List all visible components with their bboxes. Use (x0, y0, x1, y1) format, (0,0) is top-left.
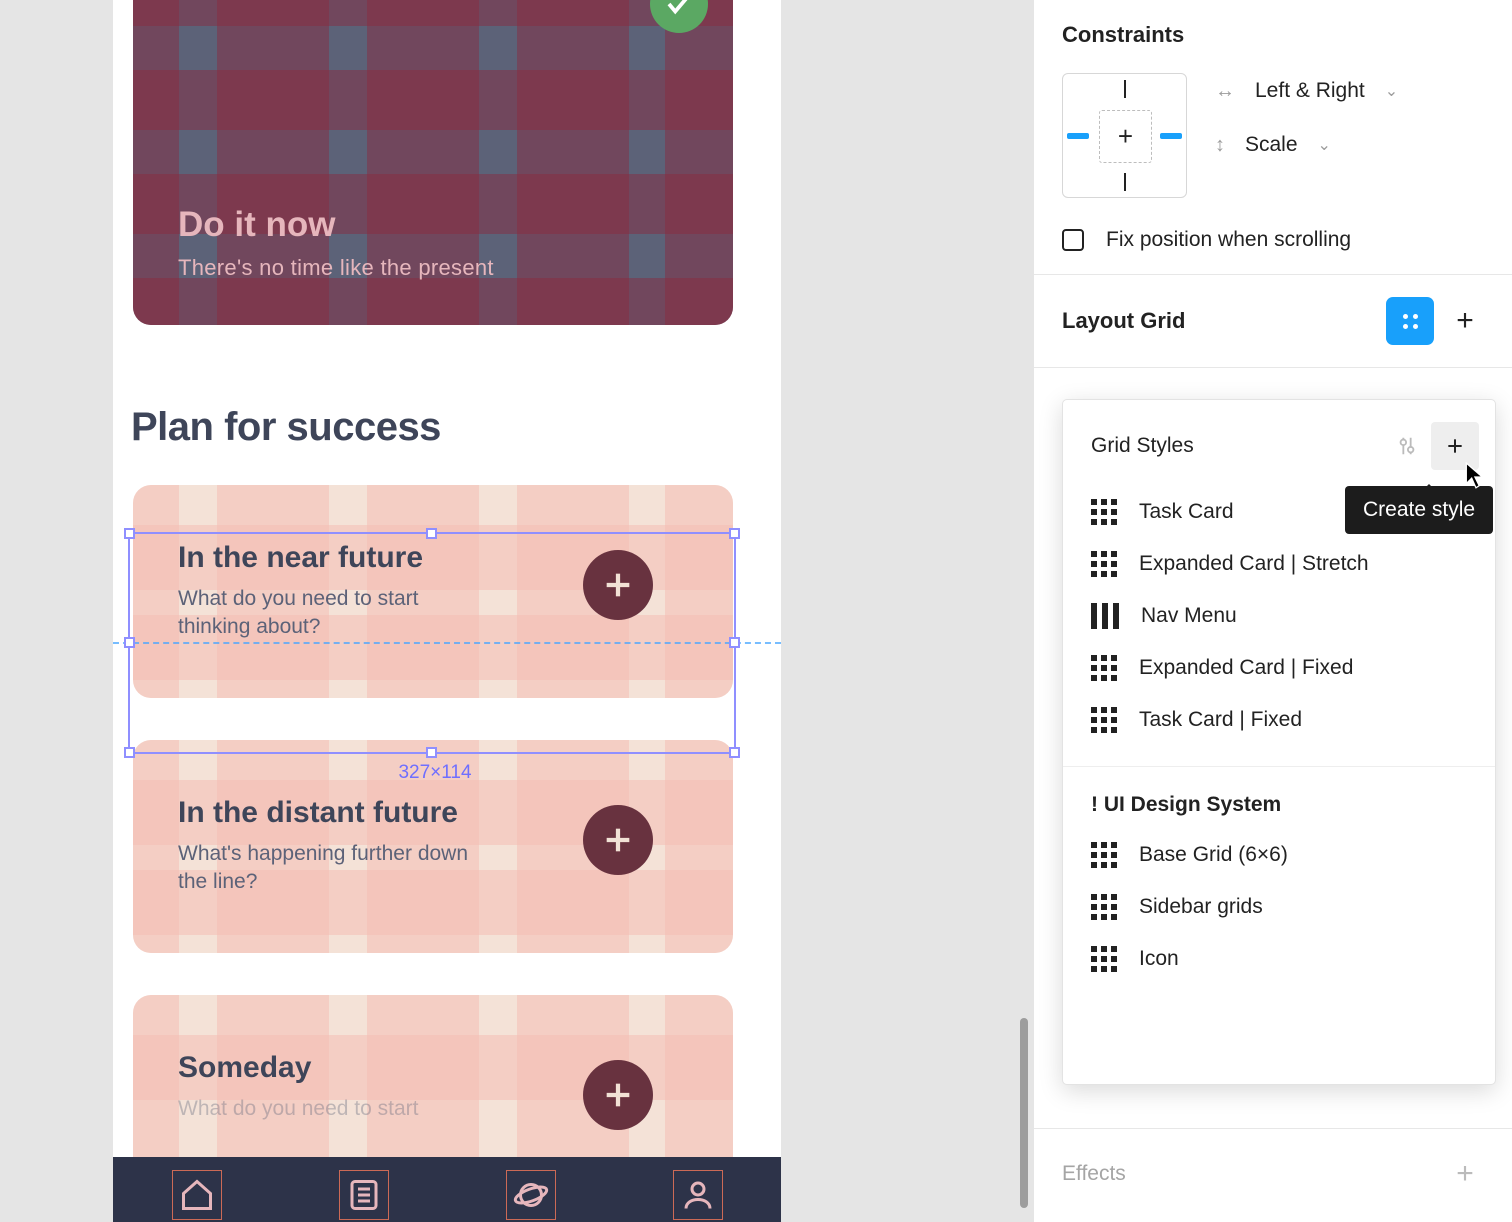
layout-grid-overlay (133, 0, 179, 325)
add-layout-grid-button[interactable]: + (1446, 302, 1484, 340)
plus-icon (601, 823, 635, 857)
vertical-constraint-select[interactable]: ↕ Scale ⌄ (1215, 133, 1398, 157)
library-styles-list: Base Grid (6×6) Sidebar grids Icon (1063, 829, 1495, 985)
select-value: Scale (1245, 133, 1298, 157)
grid-style-item[interactable]: Sidebar grids (1063, 881, 1495, 933)
section-heading: Layout Grid (1062, 308, 1185, 334)
grid-icon (1091, 894, 1117, 920)
style-name: Icon (1139, 947, 1179, 971)
task-card-subtitle: What do you need to start thinking about… (178, 585, 478, 642)
fix-position-checkbox[interactable] (1062, 229, 1084, 251)
style-name: Sidebar grids (1139, 895, 1263, 919)
artboard[interactable]: Do it now There's no time like the prese… (113, 0, 781, 1210)
horizontal-arrow-icon: ↔ (1215, 80, 1235, 103)
style-name: Task Card (1139, 500, 1234, 524)
section-heading: Plan for success (131, 405, 441, 450)
grid-icon (1091, 499, 1117, 525)
library-group-title: ! UI Design System (1063, 767, 1495, 829)
vertical-arrow-icon: ↕ (1215, 134, 1225, 157)
plus-icon: + (1118, 121, 1133, 152)
plus-icon (1445, 436, 1465, 456)
style-name: Base Grid (6×6) (1139, 843, 1288, 867)
grid-style-item[interactable]: Base Grid (6×6) (1063, 829, 1495, 881)
grid-icon (1091, 946, 1117, 972)
task-card-title: Someday (178, 1051, 311, 1085)
section-heading: Effects (1062, 1162, 1126, 1186)
task-card-title: In the near future (178, 541, 423, 575)
fix-position-row[interactable]: Fix position when scrolling (1062, 228, 1484, 252)
add-button[interactable] (583, 550, 653, 620)
layout-grid-overlay (673, 1170, 723, 1220)
layout-grid-overlay (172, 1170, 222, 1220)
layout-grid-overlay (133, 0, 733, 26)
selection-dimensions: 327×114 (398, 762, 471, 784)
layout-grid-styles-button[interactable] (1386, 297, 1434, 345)
add-effect-button[interactable]: + (1446, 1155, 1484, 1193)
nav-item[interactable] (677, 1174, 719, 1216)
grid-style-item[interactable]: Expanded Card | Fixed (1063, 642, 1495, 694)
grid-style-item[interactable]: Nav Menu (1063, 590, 1495, 642)
hero-card[interactable]: Do it now There's no time like the prese… (133, 0, 733, 325)
nav-item[interactable] (176, 1174, 218, 1216)
plus-icon (601, 1078, 635, 1112)
layout-grid-section: Layout Grid + (1034, 275, 1512, 368)
grid-style-item[interactable]: Task Card | Fixed (1063, 694, 1495, 746)
chevron-down-icon: ⌄ (1318, 135, 1331, 155)
layout-grid-overlay (517, 0, 629, 325)
layout-grid-overlay (133, 70, 733, 130)
hero-title: Do it now (178, 205, 335, 245)
scrollbar-thumb[interactable] (1020, 1018, 1028, 1208)
add-button[interactable] (583, 1060, 653, 1130)
constraint-widget[interactable]: + (1062, 73, 1187, 198)
constraint-right-indicator (1160, 133, 1182, 139)
sliders-icon (1396, 435, 1418, 457)
grid-icon (1091, 707, 1117, 733)
constraints-section: Constraints + ↔ Left & Right ⌄ (1034, 0, 1512, 275)
checkbox-label: Fix position when scrolling (1106, 228, 1351, 252)
alignment-guide (113, 642, 781, 644)
task-card-title: In the distant future (178, 796, 458, 830)
check-icon (664, 0, 694, 19)
grid-icon (1091, 842, 1117, 868)
cursor-icon (1465, 462, 1487, 495)
constraint-center[interactable]: + (1099, 110, 1152, 163)
section-heading: Constraints (1062, 22, 1484, 48)
effects-section[interactable]: Effects + (1034, 1128, 1512, 1219)
layout-grid-overlay (133, 278, 733, 325)
nav-item[interactable] (343, 1174, 385, 1216)
plus-icon: + (1456, 1157, 1474, 1191)
grid-style-item[interactable]: Icon (1063, 933, 1495, 985)
style-settings-button[interactable] (1387, 426, 1427, 466)
constraint-top-indicator (1124, 80, 1126, 98)
nav-item[interactable] (510, 1174, 552, 1216)
layout-grid-overlay (665, 0, 733, 325)
chevron-down-icon: ⌄ (1385, 81, 1398, 101)
bottom-nav (113, 1157, 781, 1222)
task-card-subtitle: What do you need to start (178, 1095, 418, 1123)
layout-grid-overlay (339, 1170, 389, 1220)
canvas-area[interactable]: Do it now There's no time like the prese… (0, 0, 1033, 1222)
grid-style-item[interactable]: Expanded Card | Stretch (1063, 538, 1495, 590)
constraint-bottom-indicator (1124, 173, 1126, 191)
layout-grid-overlay (506, 1170, 556, 1220)
horizontal-constraint-select[interactable]: ↔ Left & Right ⌄ (1215, 79, 1398, 103)
constraint-left-indicator (1067, 133, 1089, 139)
hero-subtitle: There's no time like the present (178, 255, 494, 281)
task-card[interactable]: In the near future What do you need to s… (133, 485, 733, 698)
task-card-subtitle: What's happening further down the line? (178, 840, 478, 897)
popup-title: Grid Styles (1091, 434, 1194, 458)
columns-icon (1091, 603, 1119, 629)
style-name: Task Card | Fixed (1139, 708, 1302, 732)
grid-dots-icon (1403, 314, 1418, 329)
add-button[interactable] (583, 805, 653, 875)
plus-icon (601, 568, 635, 602)
style-name: Expanded Card | Fixed (1139, 656, 1353, 680)
app-root: Do it now There's no time like the prese… (0, 0, 1512, 1222)
grid-icon (1091, 655, 1117, 681)
style-name: Expanded Card | Stretch (1139, 552, 1369, 576)
style-name: Nav Menu (1141, 604, 1237, 628)
select-value: Left & Right (1255, 79, 1365, 103)
plus-icon: + (1456, 304, 1474, 338)
grid-icon (1091, 551, 1117, 577)
